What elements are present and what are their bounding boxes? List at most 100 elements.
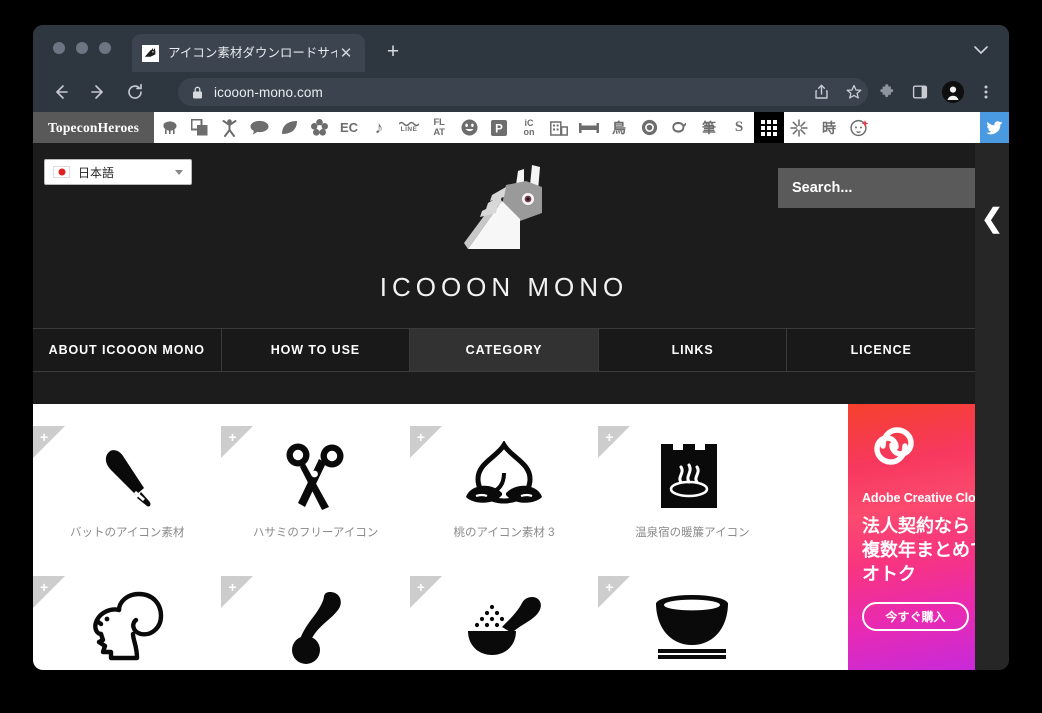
twitter-icon[interactable] (980, 112, 1009, 143)
plus-icon: + (228, 429, 237, 445)
tab-strip: アイコン素材ダウンロードサイト ✕ + (33, 25, 1009, 72)
add-corner-icon[interactable] (598, 576, 631, 608)
nav-tab-licence[interactable]: LICENCE (787, 329, 975, 371)
sheep-icon[interactable] (154, 112, 184, 143)
chevron-down-icon[interactable] (970, 39, 992, 61)
add-corner-icon[interactable] (33, 426, 65, 458)
icon-card[interactable]: + (221, 576, 409, 670)
gear-badge-icon[interactable] (634, 112, 664, 143)
browser-toolbar: icooon-mono.com (33, 72, 1009, 112)
site-hero: 日本語 ICOOON MONO Search... (33, 143, 975, 328)
close-icon[interactable]: ✕ (337, 44, 355, 62)
kebab-menu-icon[interactable] (971, 77, 1001, 107)
icon-card[interactable]: + (409, 576, 598, 670)
speech-bubble-icon[interactable] (244, 112, 274, 143)
smiley-icon[interactable] (454, 112, 484, 143)
person-icon[interactable] (214, 112, 244, 143)
ad-cta-button[interactable]: 今すぐ購入 (862, 602, 969, 632)
browser-tab[interactable]: アイコン素材ダウンロードサイト ✕ (132, 34, 365, 72)
puzzle-icon[interactable] (872, 77, 902, 107)
add-corner-icon[interactable] (221, 426, 254, 458)
browser-tab-title: アイコン素材ダウンロードサイト (168, 46, 337, 60)
share-icon[interactable] (806, 77, 836, 107)
chevron-left-icon[interactable]: ❮ (981, 205, 1003, 231)
ad-headline-line-2: 複数年まとめて (862, 539, 975, 560)
add-corner-icon[interactable] (409, 426, 442, 458)
close-window-button[interactable] (53, 42, 65, 54)
icon-card[interactable]: + (598, 576, 786, 670)
search-input[interactable] (792, 180, 975, 196)
icon-card-label: 温泉宿の暖簾アイコン (635, 527, 750, 539)
nav-tab-links[interactable]: LINKS (599, 329, 788, 371)
topeconheroes-icon-list: EC ♪ LINE FL AT P iC on 鳥 ℺ 筆 S 時 (154, 112, 980, 143)
lock-icon (192, 86, 203, 99)
site-content: 日本語 ICOOON MONO Search... ABOUT ICOOON M… (33, 143, 975, 670)
icon-grid-area: + バットのアイコン素材 + ハサミのフリーアイコン + 桃のアイコン素材 3 … (33, 404, 975, 670)
svg-text:P: P (495, 123, 503, 135)
icon-icon[interactable]: iC on (514, 112, 544, 143)
maximize-window-button[interactable] (99, 42, 111, 54)
flag-icon[interactable]: ℺ (664, 112, 694, 143)
ad-brand: Adobe Creative Cloud (862, 491, 975, 505)
icon-grid: + バットのアイコン素材 + ハサミのフリーアイコン + 桃のアイコン素材 3 … (33, 426, 975, 670)
icon-card[interactable]: + 桃のアイコン素材 3 (409, 426, 598, 576)
avatar[interactable] (942, 81, 964, 103)
line-icon[interactable]: LINE (394, 112, 424, 143)
nav-tab-about[interactable]: ABOUT ICOOON MONO (33, 329, 222, 371)
back-icon[interactable] (46, 77, 76, 107)
icon-card[interactable]: + 温泉宿の暖簾アイコン (598, 426, 786, 576)
topeconheroes-brand[interactable]: TopeconHeroes (33, 112, 154, 143)
new-tab-button[interactable]: + (379, 38, 407, 66)
side-panel-icon[interactable] (905, 77, 935, 107)
address-bar[interactable]: icooon-mono.com (178, 78, 868, 106)
icon-card-label: ハサミのフリーアイコン (252, 527, 379, 539)
main-nav: ABOUT ICOOON MONO HOW TO USE CATEGORY LI… (33, 328, 975, 372)
face-icon[interactable] (844, 112, 874, 143)
icon-card[interactable]: + (33, 576, 221, 670)
icon-card-label: バットのアイコン素材 (69, 527, 185, 539)
add-corner-icon[interactable] (409, 576, 442, 608)
reload-icon[interactable] (120, 77, 150, 107)
icon-card[interactable]: + ハサミのフリーアイコン (221, 426, 409, 576)
add-corner-icon[interactable] (221, 576, 254, 608)
sparkle-icon[interactable] (784, 112, 814, 143)
address-bar-url: icooon-mono.com (214, 84, 323, 100)
plus-icon: + (605, 429, 614, 445)
music-note-icon[interactable]: ♪ (364, 112, 394, 143)
p-icon[interactable]: P (484, 112, 514, 143)
s-icon[interactable]: S (724, 112, 754, 143)
copy-icon[interactable] (184, 112, 214, 143)
minimize-window-button[interactable] (76, 42, 88, 54)
ad-banner[interactable]: Adobe Creative Cloud 法人契約なら 複数年まとめて オトク … (848, 404, 975, 670)
brush-icon[interactable]: 筆 (694, 112, 724, 143)
time-icon[interactable]: 時 (814, 112, 844, 143)
ec-icon[interactable]: EC (334, 112, 364, 143)
ad-headline-line-1: 法人契約なら (862, 516, 970, 536)
flower-icon[interactable] (304, 112, 334, 143)
bird-icon[interactable]: 鳥 (604, 112, 634, 143)
site-logo-title: ICOOON MONO (379, 272, 629, 302)
grid-icon[interactable] (754, 112, 784, 143)
add-corner-icon[interactable] (598, 426, 631, 458)
plus-icon: + (228, 579, 237, 595)
add-corner-icon[interactable] (33, 576, 65, 608)
toolbar-actions (806, 77, 1001, 107)
plus-icon: + (40, 429, 49, 445)
nav-tab-category[interactable]: CATEGORY (410, 329, 599, 371)
star-icon[interactable] (839, 77, 869, 107)
building-icon[interactable] (544, 112, 574, 143)
window-traffic-lights (53, 42, 111, 54)
topeconheroes-bar: TopeconHeroes EC ♪ LINE FL AT P iC on 鳥 … (33, 112, 1009, 143)
ad-headline-line-3: オトク (862, 563, 916, 584)
plus-icon: + (416, 579, 425, 595)
search-box[interactable] (778, 168, 975, 208)
adobe-cc-logo (866, 422, 975, 475)
side-rail[interactable]: ❮ (975, 143, 1009, 670)
bench-icon[interactable] (574, 112, 604, 143)
forward-icon[interactable] (83, 77, 113, 107)
flat-icon[interactable]: FL AT (424, 112, 454, 143)
icon-card[interactable]: + バットのアイコン素材 (33, 426, 221, 576)
leaf-icon[interactable] (274, 112, 304, 143)
nav-tab-how-to-use[interactable]: HOW TO USE (222, 329, 411, 371)
unicorn-logo (444, 165, 564, 260)
